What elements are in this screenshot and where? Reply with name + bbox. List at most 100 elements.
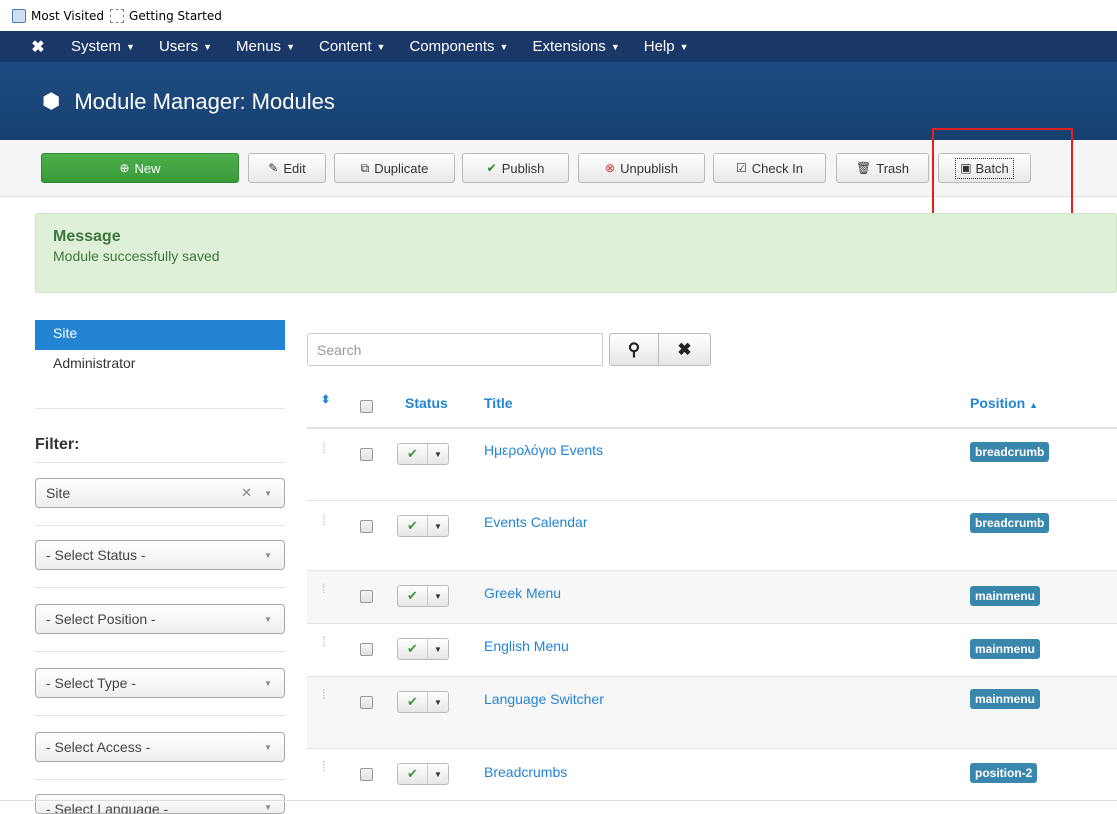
drag-handle-icon[interactable]: ⁞	[322, 760, 326, 773]
row-checkbox[interactable]	[360, 448, 373, 461]
row-checkbox[interactable]	[360, 590, 373, 603]
sidebar-item-site[interactable]: Site	[35, 320, 285, 350]
chevron-down-icon: ▼	[264, 488, 272, 498]
row-title[interactable]: Greek Menu	[484, 585, 561, 601]
checkbox-icon: ☑	[735, 161, 747, 175]
caret-down-icon[interactable]: ▼	[428, 692, 448, 712]
page-title: Module Manager: Modules	[74, 89, 335, 114]
copy-icon: ⧉	[360, 160, 370, 175]
filter-type-select[interactable]: - Select Type - ▼	[35, 668, 285, 698]
drag-handle-icon[interactable]: ⁞	[322, 442, 326, 455]
row-checkbox[interactable]	[360, 520, 373, 533]
row-title[interactable]: Breadcrumbs	[484, 764, 567, 780]
table-row: ⁞ ✔ ▼ Breadcrumbs position-2	[307, 748, 1117, 800]
nav-extensions[interactable]: Extensions ▼	[532, 38, 619, 55]
new-button[interactable]: ⊕ New	[41, 153, 239, 183]
filter-title: Filter:	[35, 436, 80, 453]
nav-menus[interactable]: Menus ▼	[236, 38, 295, 55]
status-toggle[interactable]: ✔ ▼	[397, 638, 449, 660]
filter-client-select[interactable]: Site ✕ ▼	[35, 478, 285, 508]
search-icon: ⚲	[627, 339, 641, 359]
publish-button[interactable]: ✔ Publish	[462, 153, 569, 183]
sort-order-icon[interactable]: ⬍	[321, 393, 330, 406]
clear-search-button[interactable]: ✖	[659, 333, 711, 366]
status-toggle[interactable]: ✔ ▼	[397, 443, 449, 465]
divider	[35, 651, 285, 652]
row-title[interactable]: English Menu	[484, 638, 569, 654]
position-badge: mainmenu	[970, 689, 1041, 709]
status-toggle[interactable]: ✔ ▼	[397, 515, 449, 537]
table-row: ⁞ ✔ ▼ Ημερολόγιο Events breadcrumb	[307, 428, 1117, 500]
nav-system[interactable]: System ▼	[71, 38, 135, 55]
search-input[interactable]: Search	[307, 333, 603, 366]
status-toggle[interactable]: ✔ ▼	[397, 763, 449, 785]
search-button[interactable]: ⚲	[609, 333, 659, 366]
position-badge: mainmenu	[970, 639, 1041, 659]
row-checkbox[interactable]	[360, 768, 373, 781]
filter-language-select[interactable]: - Select Language - ▼	[35, 794, 285, 814]
filter-position-select[interactable]: - Select Position - ▼	[35, 604, 285, 634]
edit-button[interactable]: ✎ Edit	[248, 153, 326, 183]
table-header: ⬍ Status Title Position ▲	[307, 388, 1117, 428]
message-heading: Message	[53, 228, 121, 245]
sidebar-item-administrator[interactable]: Administrator	[35, 350, 285, 380]
row-checkbox[interactable]	[360, 643, 373, 656]
nav-components[interactable]: Components ▼	[409, 38, 508, 55]
times-circle-icon: ⊗	[605, 161, 616, 175]
chevron-down-icon: ▼	[264, 614, 272, 624]
divider	[35, 408, 285, 409]
joomla-logo-icon[interactable]: ✖	[25, 38, 51, 56]
trash-icon: 🗑	[856, 161, 872, 175]
nav-content[interactable]: Content ▼	[319, 38, 385, 55]
system-message: Message Module successfully saved	[35, 213, 1117, 293]
batch-button[interactable]: ▣ Batch	[938, 153, 1031, 183]
divider	[35, 525, 285, 526]
column-status[interactable]: Status	[405, 395, 448, 411]
check-icon[interactable]: ✔	[398, 764, 428, 784]
caret-down-icon[interactable]: ▼	[428, 586, 448, 606]
bookmark-most-visited[interactable]: Most Visited	[12, 8, 104, 23]
check-icon[interactable]: ✔	[398, 692, 428, 712]
divider	[35, 779, 285, 780]
bookmarks-bar: Most Visited Getting Started	[0, 0, 1117, 31]
trash-button[interactable]: 🗑 Trash	[836, 153, 929, 183]
nav-help[interactable]: Help ▼	[644, 38, 689, 55]
select-all-checkbox[interactable]	[360, 400, 373, 413]
filter-status-select[interactable]: - Select Status - ▼	[35, 540, 285, 570]
row-title[interactable]: Language Switcher	[484, 691, 604, 707]
filter-access-select[interactable]: - Select Access - ▼	[35, 732, 285, 762]
drag-handle-icon[interactable]: ⁞	[322, 635, 326, 648]
row-title[interactable]: Ημερολόγιο Events	[484, 442, 603, 458]
close-icon: ✖	[677, 339, 692, 359]
bookmark-folder-icon	[12, 8, 26, 23]
status-toggle[interactable]: ✔ ▼	[397, 691, 449, 713]
bookmark-label: Getting Started	[129, 8, 222, 23]
column-title[interactable]: Title	[484, 395, 513, 411]
row-title[interactable]: Events Calendar	[484, 514, 588, 530]
table-row: ⁞ ✔ ▼ Language Switcher mainmenu	[307, 676, 1117, 748]
drag-handle-icon[interactable]: ⁞	[322, 688, 326, 701]
plus-circle-icon: ⊕	[119, 161, 130, 175]
checkin-button[interactable]: ☑ Check In	[713, 153, 826, 183]
bookmark-getting-started[interactable]: Getting Started	[110, 8, 222, 23]
check-icon[interactable]: ✔	[398, 639, 428, 659]
check-icon[interactable]: ✔	[398, 516, 428, 536]
unpublish-button[interactable]: ⊗ Unpublish	[578, 153, 705, 183]
drag-handle-icon[interactable]: ⁞	[322, 582, 326, 595]
nav-users[interactable]: Users ▼	[159, 38, 212, 55]
clear-icon[interactable]: ✕	[241, 485, 252, 501]
drag-handle-icon[interactable]: ⁞	[322, 514, 326, 527]
column-position[interactable]: Position ▲	[970, 395, 1038, 411]
duplicate-button[interactable]: ⧉ Duplicate	[334, 153, 455, 183]
check-icon[interactable]: ✔	[398, 586, 428, 606]
divider	[35, 715, 285, 716]
status-toggle[interactable]: ✔ ▼	[397, 585, 449, 607]
caret-down-icon[interactable]: ▼	[428, 764, 448, 784]
caret-down-icon[interactable]: ▼	[428, 639, 448, 659]
caret-down-icon[interactable]: ▼	[428, 516, 448, 536]
page-header: ⬢ Module Manager: Modules	[0, 62, 1117, 140]
row-checkbox[interactable]	[360, 696, 373, 709]
caret-down-icon[interactable]: ▼	[428, 444, 448, 464]
check-icon[interactable]: ✔	[398, 444, 428, 464]
cube-icon: ⬢	[42, 90, 61, 113]
